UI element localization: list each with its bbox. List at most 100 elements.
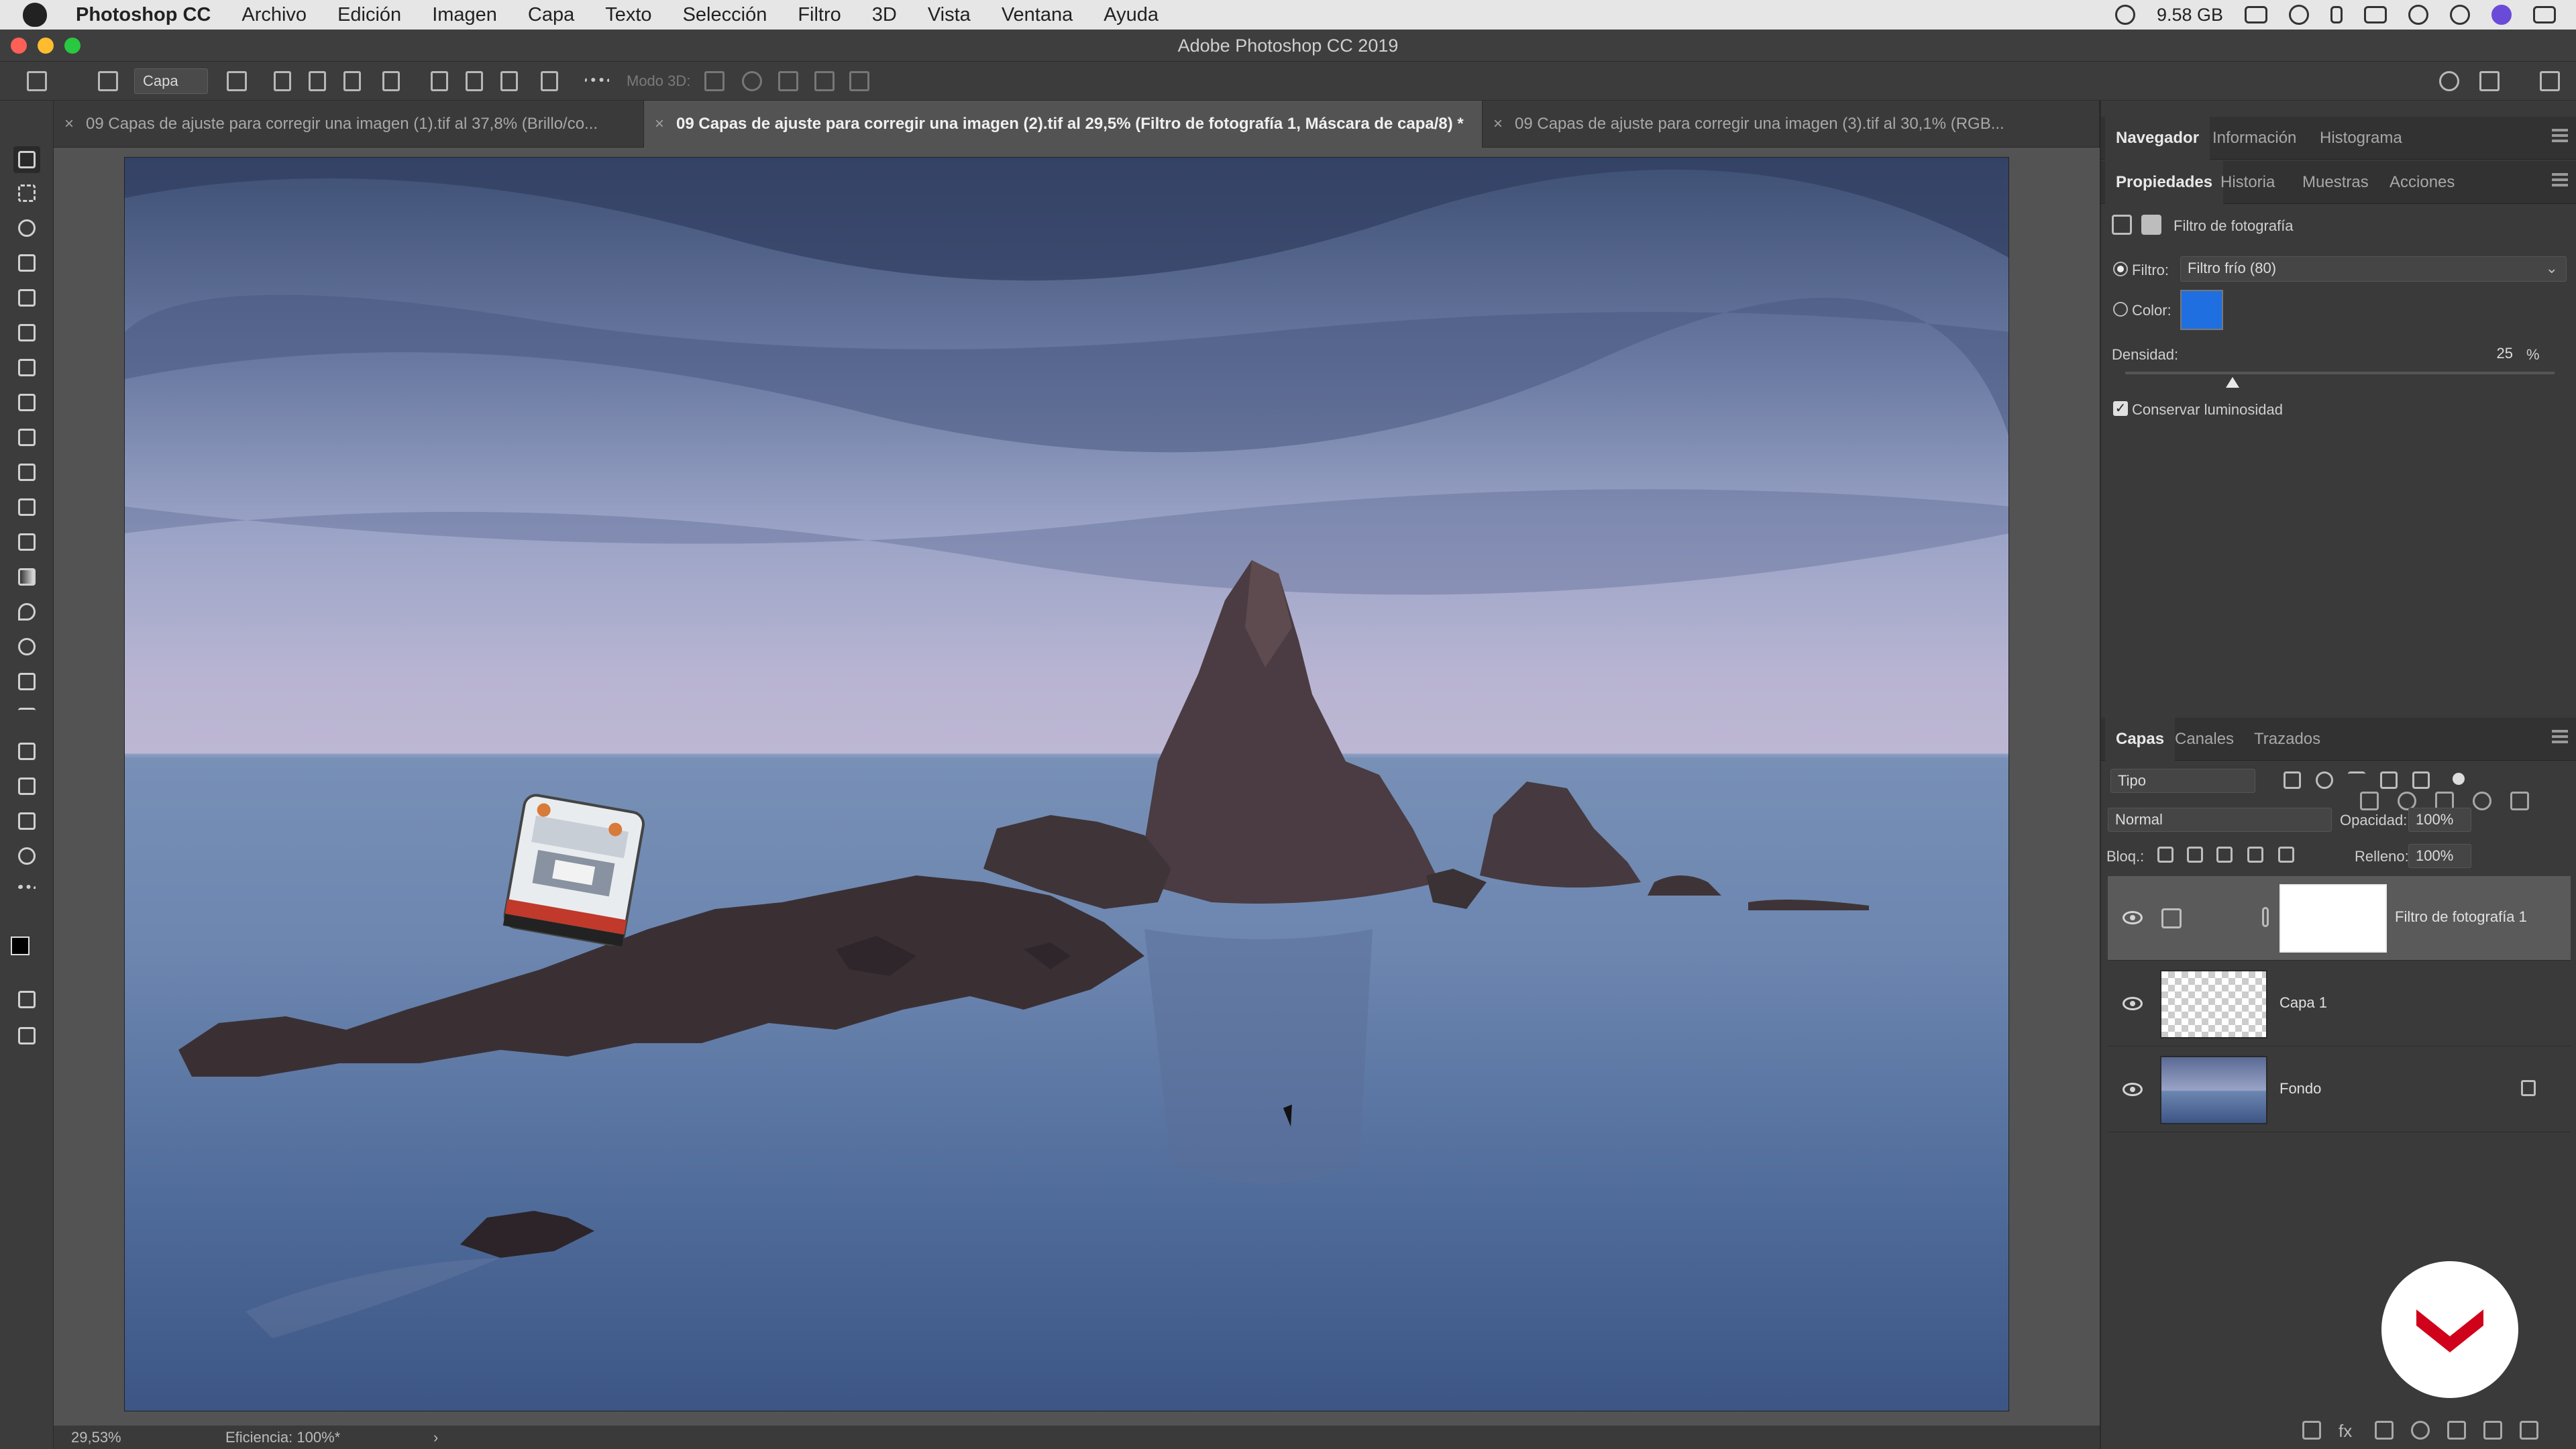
layer-select-icon[interactable] [98, 71, 118, 91]
eye-icon[interactable] [2123, 911, 2143, 924]
stamp-tool-button[interactable] [13, 459, 40, 486]
tab-propiedades[interactable]: Propiedades [2105, 161, 2224, 204]
align-left-icon[interactable] [274, 71, 291, 91]
layer-mask-thumbnail[interactable] [2279, 884, 2387, 953]
menu-ventana[interactable]: Ventana [986, 4, 1088, 26]
add-mask-icon[interactable] [2375, 1421, 2394, 1440]
distribute-icon[interactable] [382, 71, 400, 91]
tab-historia[interactable]: Historia [2210, 161, 2286, 204]
tab-canales[interactable]: Canales [2164, 718, 2245, 761]
blend-mode-dropdown[interactable]: Normal [2108, 808, 2332, 832]
quick-mask-button[interactable] [13, 986, 40, 1013]
menu-edicion[interactable]: Edición [322, 4, 417, 26]
color-radio[interactable] [2113, 302, 2128, 317]
search-icon[interactable] [2439, 71, 2459, 91]
menu-texto[interactable]: Texto [590, 4, 667, 26]
panel-menu-icon[interactable] [2552, 173, 2568, 176]
memory-status[interactable]: 9.58 GB [2157, 5, 2223, 25]
dodge-tool-button[interactable] [13, 633, 40, 660]
menu-vista[interactable]: Vista [912, 4, 986, 26]
color-swatch[interactable] [2180, 290, 2223, 330]
close-tab-icon[interactable]: × [1493, 101, 1503, 148]
filter-dropdown[interactable]: Filtro frío (80) ⌄ [2180, 256, 2567, 282]
history-brush-tool-button[interactable] [13, 494, 40, 521]
siri-icon[interactable] [2491, 5, 2512, 25]
zoom-window-button[interactable] [64, 38, 80, 54]
tab-muestras[interactable]: Muestras [2292, 161, 2379, 204]
sync-icon[interactable] [2289, 5, 2309, 25]
layer-row[interactable]: Filtro de fotografía 1 [2108, 876, 2571, 961]
lock-transparency-icon[interactable] [2157, 847, 2174, 863]
airplay-icon[interactable] [2364, 6, 2387, 23]
filter-smart-object-icon[interactable] [2412, 771, 2430, 789]
display-icon[interactable] [2245, 6, 2267, 23]
eye-icon[interactable] [2123, 997, 2143, 1010]
move-tool-icon[interactable] [27, 71, 47, 91]
panel-menu-icon[interactable] [2552, 730, 2568, 733]
menu-3d[interactable]: 3D [857, 4, 912, 26]
fill-input[interactable]: 100% [2408, 844, 2471, 868]
filter-shape-icon[interactable] [2380, 771, 2398, 789]
panel-menu-icon[interactable] [2552, 129, 2568, 131]
wifi-icon[interactable] [2408, 5, 2428, 25]
close-tab-icon[interactable]: × [64, 101, 74, 148]
density-slider-thumb[interactable] [2226, 377, 2239, 388]
align-bottom-icon[interactable] [500, 71, 518, 91]
tab-navegador[interactable]: Navegador [2105, 117, 2210, 160]
transform-controls-icon[interactable] [227, 71, 247, 91]
frame-tool-button[interactable] [13, 319, 40, 346]
layer-row[interactable]: Fondo [2108, 1048, 2571, 1132]
brush-tool-button[interactable] [13, 424, 40, 451]
marquee-tool-button[interactable] [13, 180, 40, 207]
move-tool-button[interactable] [13, 146, 40, 173]
menu-filtro[interactable]: Filtro [782, 4, 856, 26]
layer-thumbnail[interactable] [2160, 970, 2267, 1038]
share-icon[interactable] [2540, 71, 2560, 91]
doc-tab-3[interactable]: × 09 Capas de ajuste para corregir una i… [1483, 101, 2100, 148]
lasso-tool-button[interactable] [13, 215, 40, 241]
quick-select-tool-button[interactable] [13, 250, 40, 276]
menu-archivo[interactable]: Archivo [226, 4, 322, 26]
align-right-icon[interactable] [343, 71, 361, 91]
adjustment-camera-icon[interactable] [2112, 215, 2132, 235]
shape-tool-button[interactable] [13, 773, 40, 800]
foreground-color-swatch[interactable] [11, 936, 30, 955]
menu-capa[interactable]: Capa [513, 4, 590, 26]
filter-pixel-icon[interactable] [2284, 771, 2301, 789]
bluetooth-icon[interactable] [2330, 6, 2343, 23]
filter-toggle-icon[interactable] [2453, 773, 2465, 785]
more-options-icon[interactable] [585, 78, 609, 98]
lock-all-icon[interactable] [2278, 847, 2294, 863]
doc-tab-1[interactable]: × 09 Capas de ajuste para corregir una i… [54, 101, 644, 148]
tab-acciones[interactable]: Acciones [2379, 161, 2465, 204]
menu-seleccion[interactable]: Selección [667, 4, 783, 26]
apple-icon[interactable] [23, 3, 47, 27]
type-tool-button[interactable] [13, 703, 40, 730]
new-group-icon[interactable] [2447, 1421, 2466, 1440]
lock-pixels-icon[interactable] [2187, 847, 2203, 863]
blur-tool-button[interactable] [13, 598, 40, 625]
link-layers-icon[interactable] [2302, 1421, 2321, 1440]
crop-tool-button[interactable] [13, 284, 40, 311]
layer-name[interactable]: Fondo [2279, 1080, 2321, 1097]
notification-center-icon[interactable] [2533, 6, 2556, 23]
align-center-icon[interactable] [309, 71, 326, 91]
pen-tool-button[interactable] [13, 668, 40, 695]
canvas-area[interactable] [54, 148, 2100, 1426]
zoom-level[interactable]: 29,53% [71, 1426, 121, 1449]
minimize-window-button[interactable] [38, 38, 54, 54]
spotlight-icon[interactable] [2450, 5, 2470, 25]
layer-name[interactable]: Filtro de fotografía 1 [2395, 908, 2527, 926]
menu-imagen[interactable]: Imagen [417, 4, 513, 26]
creative-cloud-icon[interactable] [2114, 5, 2135, 25]
filter-type-icon[interactable] [2348, 771, 2365, 789]
screen-mode-button[interactable] [13, 1022, 40, 1049]
close-window-button[interactable] [11, 38, 27, 54]
eraser-tool-button[interactable] [13, 529, 40, 555]
status-menu-arrow[interactable]: › [433, 1426, 438, 1449]
zoom-tool-button[interactable] [13, 843, 40, 869]
lock-artboard-icon[interactable] [2247, 847, 2263, 863]
eye-icon[interactable] [2123, 1083, 2143, 1096]
density-input[interactable]: 25 [2474, 342, 2516, 365]
opacity-input[interactable]: 100% [2408, 808, 2471, 832]
